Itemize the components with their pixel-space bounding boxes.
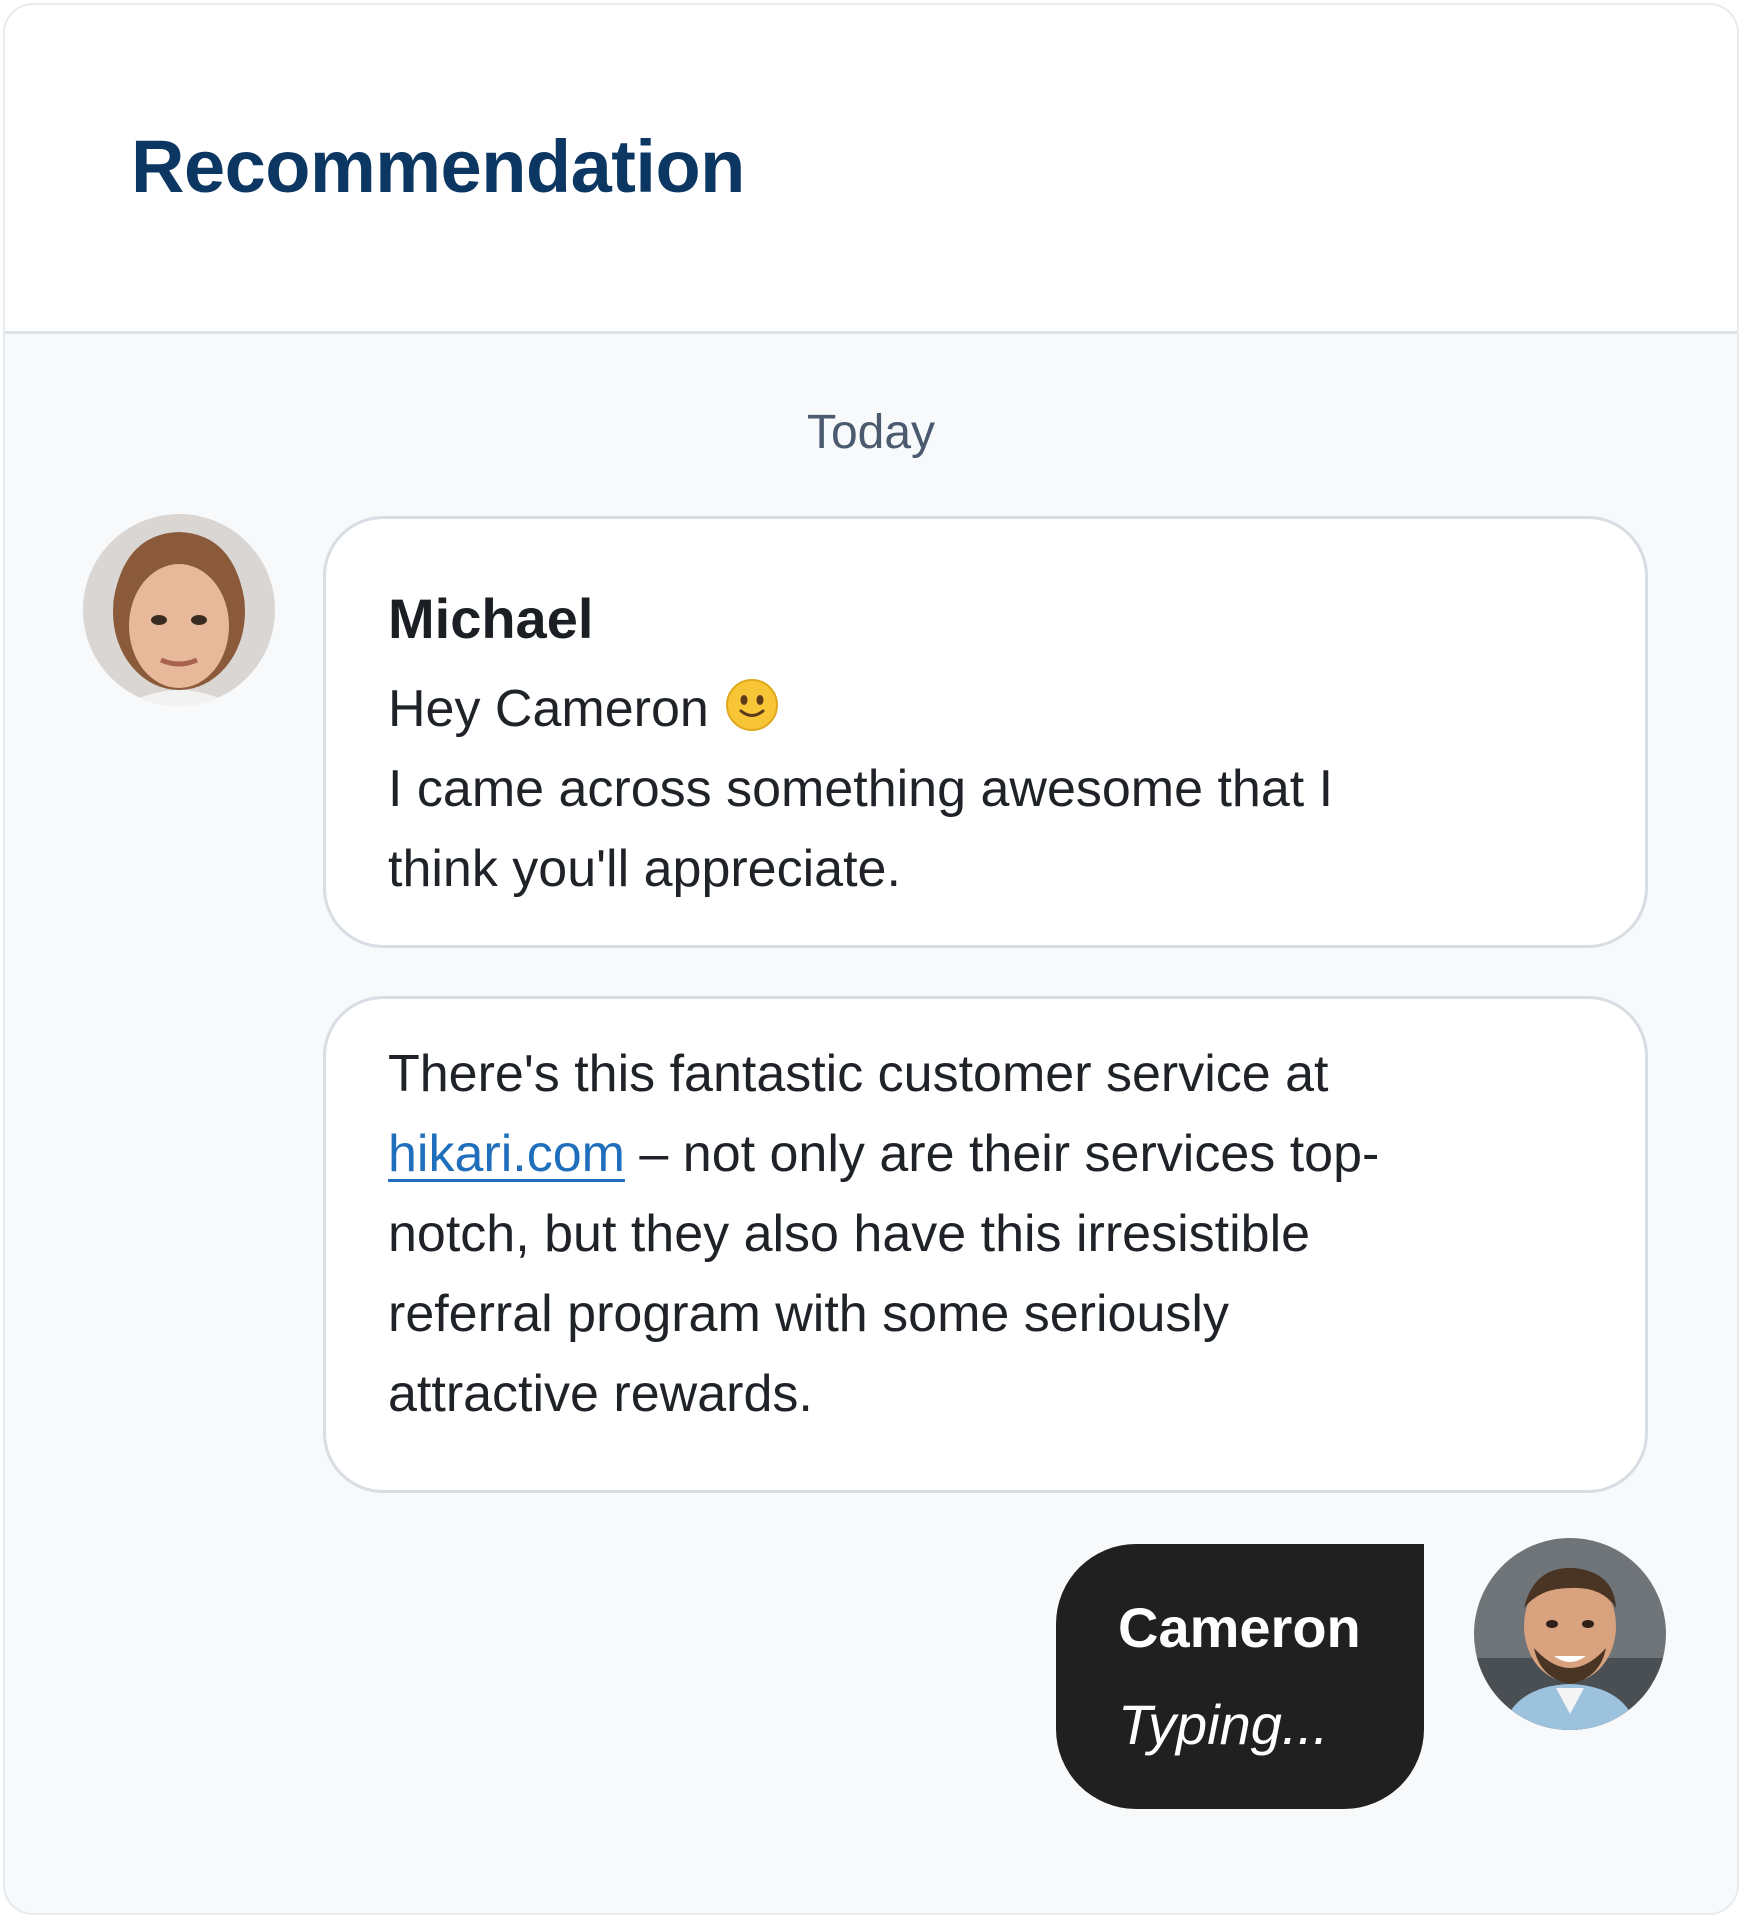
slightly-smiling-face-icon <box>725 675 779 731</box>
message-line: referral program with some seriously <box>388 1285 1229 1343</box>
page-title: Recommendation <box>131 125 745 208</box>
message-greeting: Hey Cameron <box>388 680 709 738</box>
message-line-text: – not only are their services top- <box>624 1125 1380 1183</box>
message-sender: Michael <box>388 587 594 650</box>
avatar-michael[interactable] <box>83 514 275 706</box>
avatar-cameron[interactable] <box>1474 1538 1666 1730</box>
message-line: hikari.com – not only are their services… <box>388 1114 1608 1194</box>
message-bubble-michael: Michael Hey Cameron I came across someth… <box>323 516 1648 948</box>
message-bubble-michael-2: There's this fantastic customer service … <box>323 996 1648 1493</box>
message-line: think you'll appreciate. <box>388 840 901 898</box>
avatar-cameron-image <box>1474 1538 1666 1730</box>
chat-header: Recommendation <box>5 5 1737 334</box>
typing-sender: Cameron <box>1118 1596 1361 1659</box>
avatar-michael-image <box>83 514 275 706</box>
message-line: attractive rewards. <box>388 1365 813 1423</box>
message-text: There's this fantastic customer service … <box>388 1034 1608 1434</box>
message-line: There's this fantastic customer service … <box>388 1045 1329 1103</box>
typing-indicator-bubble: Cameron Typing... <box>1056 1544 1424 1809</box>
typing-status: Typing... <box>1118 1693 1329 1756</box>
chat-card: Recommendation Today Michael Hey Cameron… <box>3 3 1739 1915</box>
date-divider: Today <box>806 406 936 459</box>
message-line: I came across something awesome that I <box>388 760 1334 818</box>
message-line: Hey Cameron <box>388 669 779 749</box>
hikari-link[interactable]: hikari.com <box>388 1125 625 1183</box>
message-line: notch, but they also have this irresisti… <box>388 1205 1311 1263</box>
